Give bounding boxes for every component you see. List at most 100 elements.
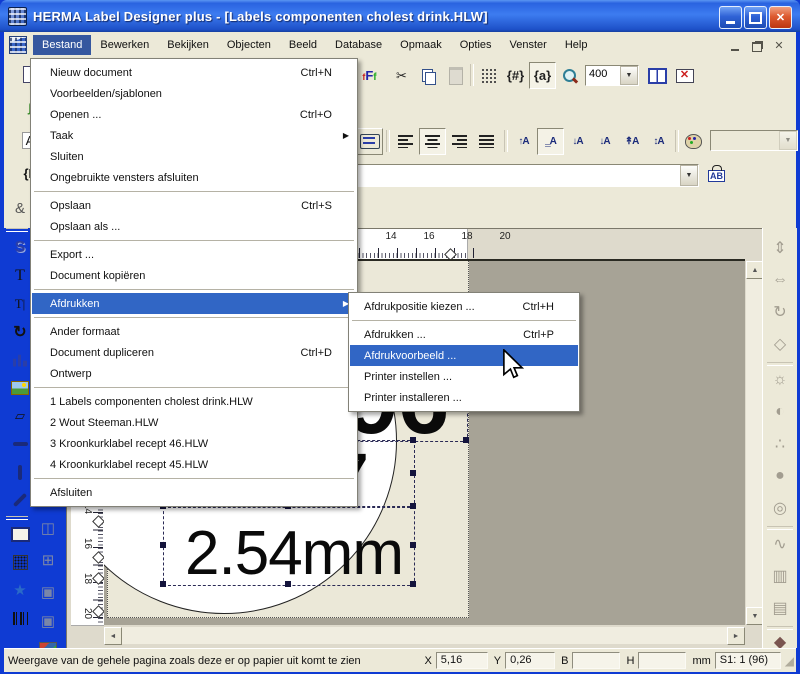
valign-baseline-button[interactable]: ↓A	[591, 128, 618, 155]
justify-button[interactable]	[473, 128, 500, 155]
close-button[interactable]: ✕	[769, 6, 792, 29]
menu-item-opslaan[interactable]: OpslaanCtrl+S	[32, 195, 356, 216]
grid-button[interactable]	[475, 62, 502, 89]
maximize-button[interactable]	[744, 6, 767, 29]
menu-beeld[interactable]: Beeld	[280, 35, 326, 55]
mdi-minimize-button[interactable]	[728, 39, 742, 52]
resize-grip[interactable]: ◢	[785, 654, 796, 668]
curve-adjust-button[interactable]: ∿	[768, 532, 792, 556]
color-dots-button[interactable]: ∴	[768, 432, 792, 456]
menu-bekijken[interactable]: Bekijken	[158, 35, 218, 55]
insert-variable-button[interactable]: {a}	[529, 62, 556, 89]
selection-handle[interactable]	[285, 581, 291, 587]
align-center-button[interactable]	[419, 128, 446, 155]
field-dropdown-button[interactable]: ▼	[680, 165, 698, 186]
datamatrix-tool-button[interactable]	[8, 550, 32, 574]
image-tool-button[interactable]	[8, 376, 32, 400]
vertical-scrollbar[interactable]: ▲ ▼	[746, 261, 762, 625]
title-bar[interactable]: HERMA Label Designer plus - [Labels comp…	[0, 0, 800, 32]
align-left-button[interactable]	[392, 128, 419, 155]
star-tool-button[interactable]: ★	[8, 578, 32, 602]
close-label-button[interactable]: ✕	[671, 62, 698, 89]
menu-item-afdrukken[interactable]: Afdrukken▶	[32, 293, 356, 314]
menu-objecten[interactable]: Objecten	[218, 35, 280, 55]
paste-button[interactable]	[442, 62, 469, 89]
valign-stretch-button[interactable]: ↕A	[645, 128, 672, 155]
text-tool-button[interactable]: T	[8, 264, 32, 288]
saturation-button[interactable]: ●	[768, 464, 792, 488]
selection-handle[interactable]	[410, 542, 416, 548]
valign-top-button[interactable]: ↑A	[510, 128, 537, 155]
rotate-tool-button[interactable]: ↻	[8, 320, 32, 344]
menu-item-taak[interactable]: Taak▶	[32, 125, 356, 146]
vline-tool-button[interactable]	[8, 460, 32, 484]
menu-item-openen[interactable]: Openen ...Ctrl+O	[32, 104, 356, 125]
split-window-button[interactable]: ◫	[36, 516, 60, 540]
barcode-tool-button[interactable]	[8, 606, 32, 630]
brightness-button[interactable]: ☼	[768, 368, 792, 392]
selection-handle[interactable]	[410, 470, 416, 476]
select-tool-button[interactable]: S	[8, 236, 32, 260]
menu-item-afdrukvoorbeeld[interactable]: Afdrukvoorbeeld ...	[350, 345, 578, 366]
mdi-close-button[interactable]: ✕	[772, 39, 786, 52]
menu-item-ander-formaat[interactable]: Ander formaat	[32, 321, 356, 342]
style-combobox[interactable]: ▼	[710, 130, 798, 151]
scroll-right-button[interactable]: ►	[727, 627, 745, 645]
align-right-button[interactable]	[446, 128, 473, 155]
eraser-tool-button[interactable]: ▱	[8, 404, 32, 428]
selection-box[interactable]	[163, 506, 415, 586]
menu-item-printer-installeren[interactable]: Printer installeren ...	[350, 387, 578, 408]
menu-item-recent-file-2[interactable]: 2 Wout Steeman.HLW	[32, 412, 356, 433]
view-columns-button[interactable]	[644, 62, 671, 89]
histogram-button[interactable]: ▥	[768, 564, 792, 588]
menu-item-document-dupliceren[interactable]: Document duplicerenCtrl+D	[32, 342, 356, 363]
menu-item-ongebruikte-vensters[interactable]: Ongebruikte vensters afsluiten	[32, 167, 356, 188]
zoom-dropdown-button[interactable]: ▼	[620, 66, 638, 85]
contrast-button[interactable]: ◐	[768, 400, 792, 424]
cut-button[interactable]: ✂	[388, 62, 415, 89]
menu-help[interactable]: Help	[556, 35, 597, 55]
menu-item-export[interactable]: Export ...	[32, 244, 356, 265]
selection-handle[interactable]	[410, 503, 416, 509]
copy-button[interactable]	[415, 62, 442, 89]
selection-handle[interactable]	[160, 542, 166, 548]
rectangle-tool-button[interactable]	[8, 522, 32, 546]
insert-counter-button[interactable]: {#}	[502, 62, 529, 89]
levels-button[interactable]: ▤	[768, 596, 792, 620]
menu-item-afdrukpositie[interactable]: Afdrukpositie kiezen ...Ctrl+H	[350, 296, 578, 317]
menu-item-document-kopieren[interactable]: Document kopiëren	[32, 265, 356, 286]
menu-opmaak[interactable]: Opmaak	[391, 35, 451, 55]
menu-opties[interactable]: Opties	[451, 35, 501, 55]
scroll-left-button[interactable]: ◄	[104, 627, 122, 645]
font-options-button[interactable]: fFf	[356, 62, 383, 89]
diagonal-tool-button[interactable]	[8, 488, 32, 512]
menu-item-ontwerp[interactable]: Ontwerp	[32, 363, 356, 384]
menu-item-afdrukken-dialog[interactable]: Afdrukken ...Ctrl+P	[350, 324, 578, 345]
menu-item-sluiten[interactable]: Sluiten	[32, 146, 356, 167]
menu-item-recent-file-4[interactable]: 4 Kroonkurklabel recept 45.HLW	[32, 454, 356, 475]
menu-item-afsluiten[interactable]: Afsluiten	[32, 482, 356, 503]
text-frame-button[interactable]	[356, 128, 383, 155]
link-fields-button[interactable]: AB	[703, 162, 730, 189]
cascade-button[interactable]: ▣	[36, 580, 60, 604]
menu-venster[interactable]: Venster	[501, 35, 556, 55]
selection-handle[interactable]	[410, 437, 416, 443]
selection-handle[interactable]	[160, 581, 166, 587]
skew-button[interactable]: ◇	[768, 332, 792, 356]
menu-item-opslaan-als[interactable]: Opslaan als ...	[32, 216, 356, 237]
chart-tool-button[interactable]	[8, 348, 32, 372]
valign-bottom-button[interactable]: ↓A	[564, 128, 591, 155]
menu-item-recent-file-1[interactable]: 1 Labels componenten cholest drink.HLW	[32, 391, 356, 412]
menu-database[interactable]: Database	[326, 35, 391, 55]
menu-item-nieuw-document[interactable]: Nieuw documentCtrl+N	[32, 62, 356, 83]
target-button[interactable]: ◎	[768, 496, 792, 520]
menu-item-printer-instellen[interactable]: Printer instellen ...	[350, 366, 578, 387]
zoom-level-combobox[interactable]: 400 ▼	[585, 65, 639, 86]
minimize-button[interactable]	[719, 6, 742, 29]
valign-middle-button[interactable]: ‗A	[537, 128, 564, 155]
flip-horizontal-button[interactable]: ⇔	[768, 268, 792, 292]
menu-bewerken[interactable]: Bewerken	[91, 35, 158, 55]
selection-handle[interactable]	[463, 437, 469, 443]
color-palette-button[interactable]	[680, 128, 707, 155]
horizontal-scrollbar[interactable]: ◄ ►	[104, 627, 745, 644]
